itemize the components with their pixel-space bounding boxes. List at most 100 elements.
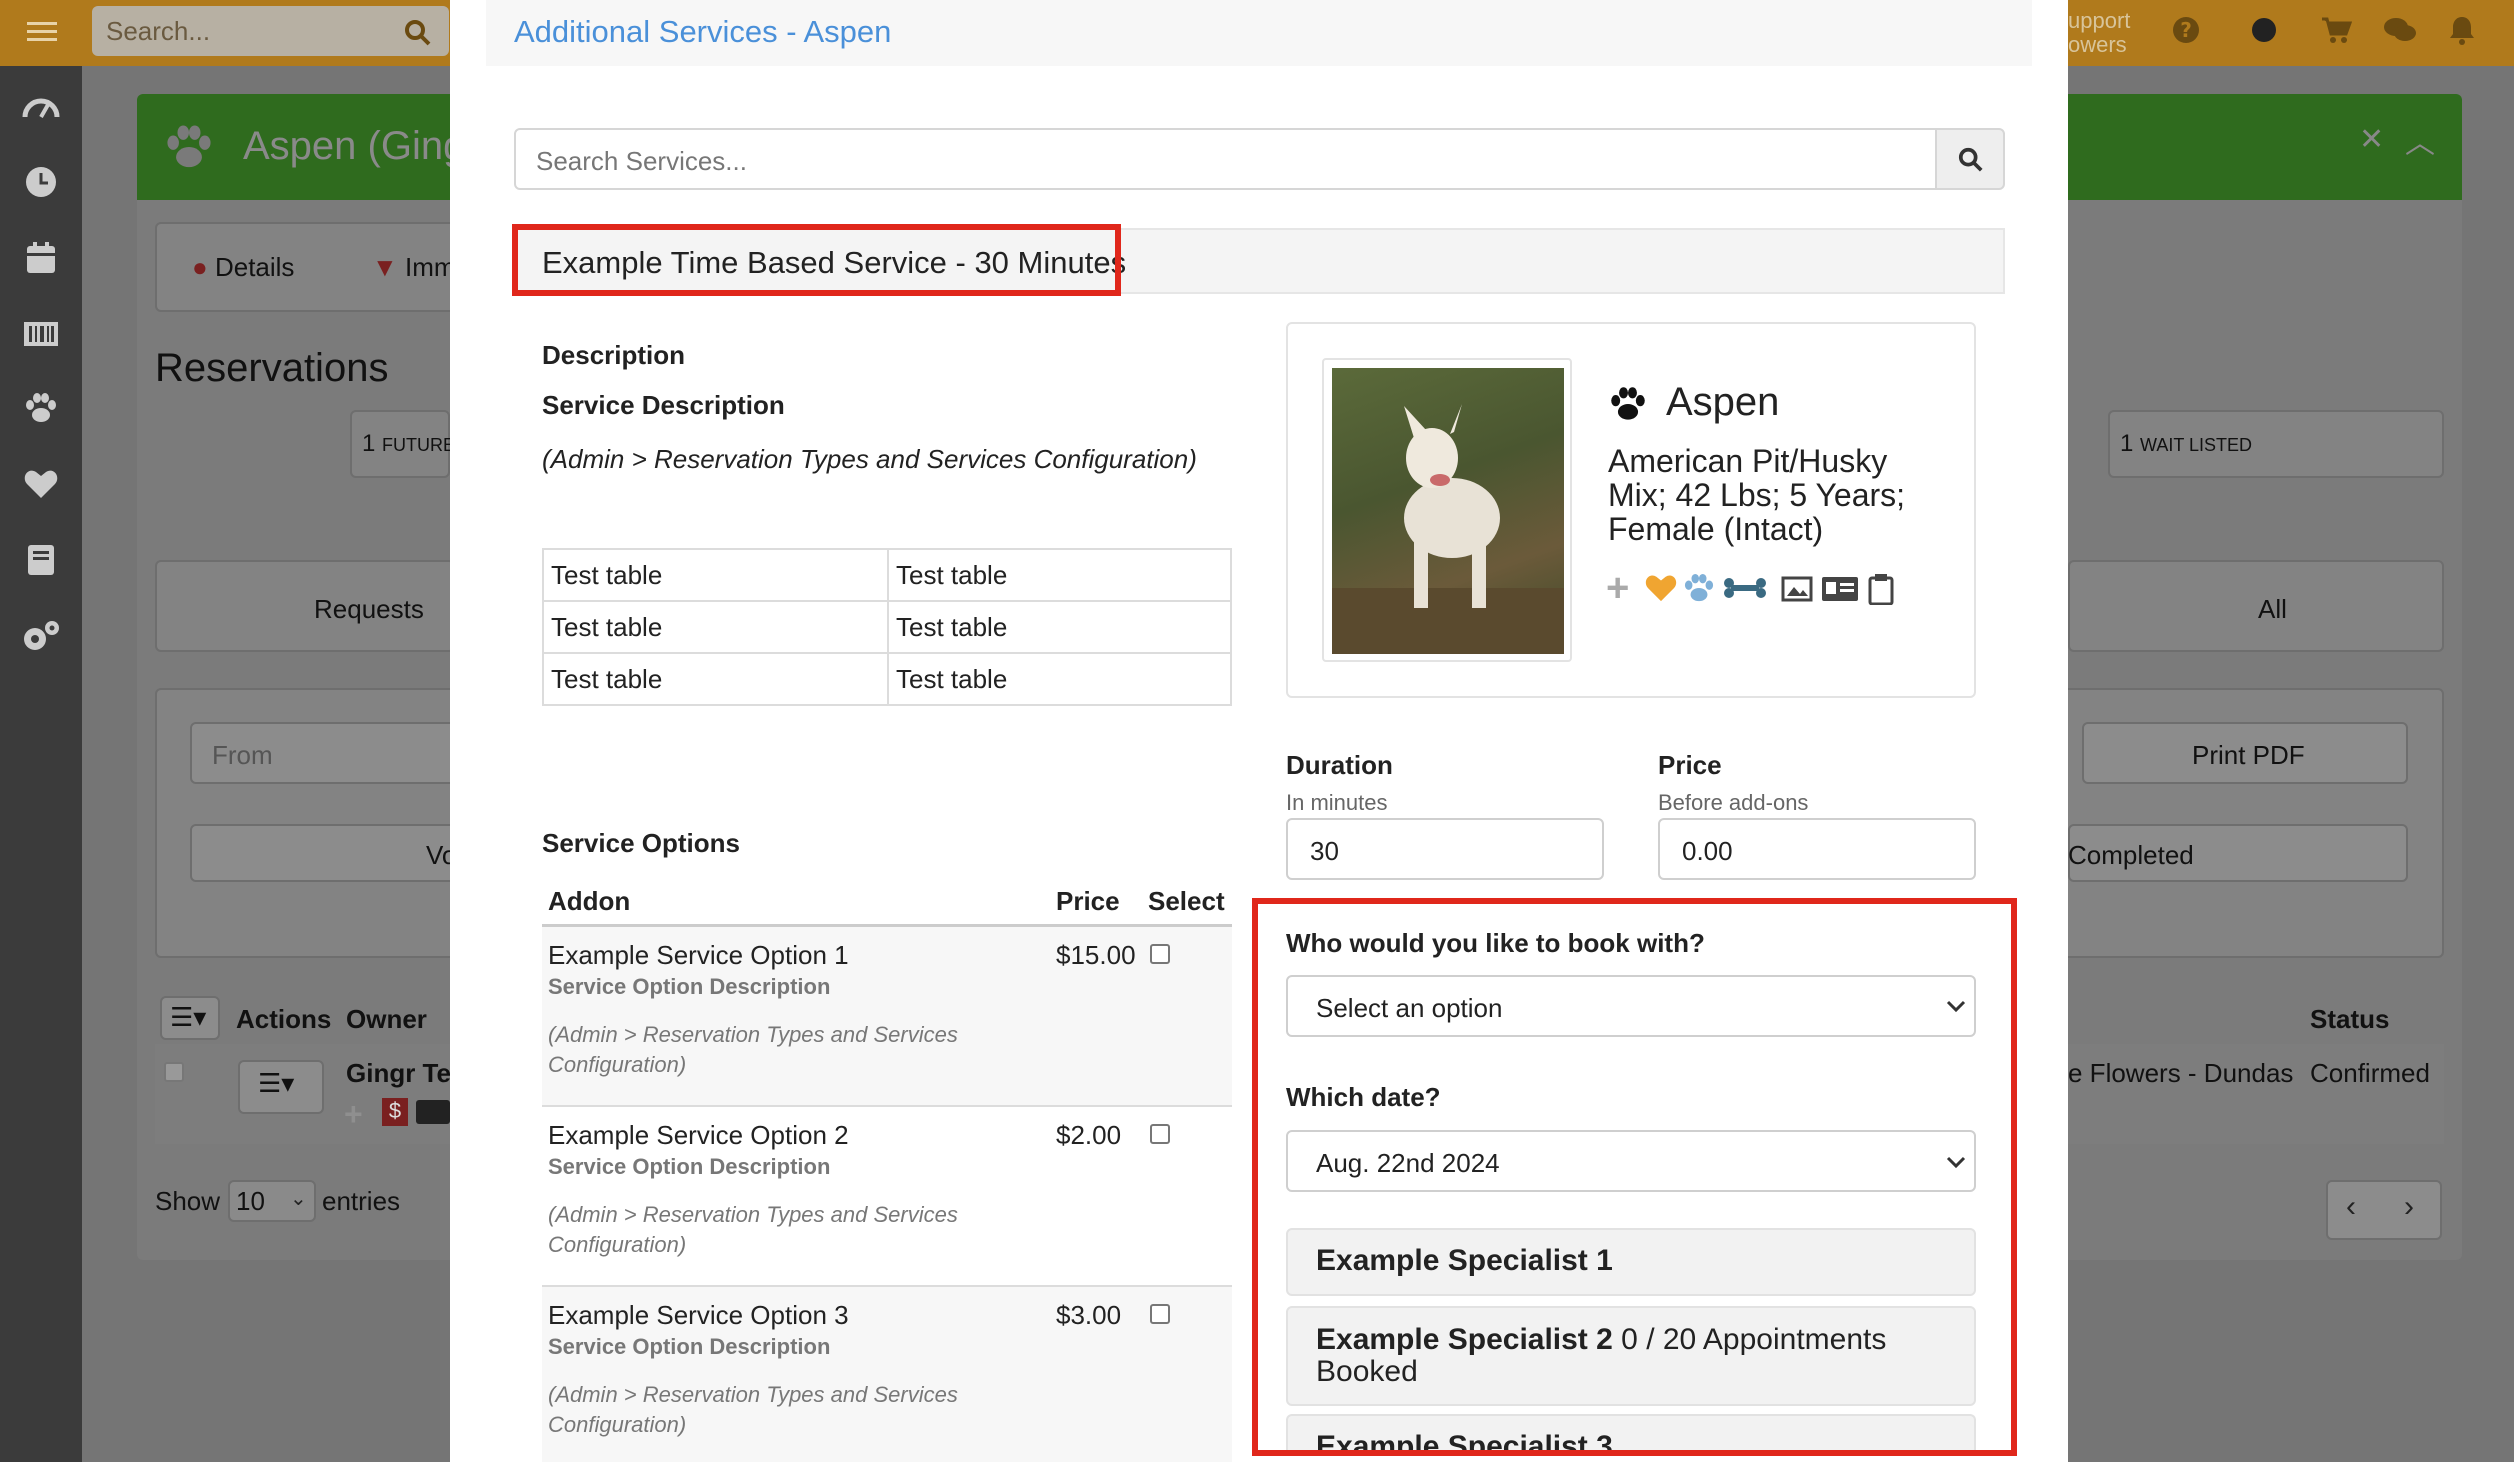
row-divider bbox=[542, 1105, 1232, 1107]
owner-header: Owner bbox=[346, 1004, 427, 1034]
duration-label: Duration bbox=[1286, 750, 1393, 780]
table-cell: Test table bbox=[542, 652, 889, 706]
dashboard-icon[interactable] bbox=[18, 86, 64, 126]
menu-icon[interactable] bbox=[18, 14, 66, 50]
service-option-name: Example Service Option 2 bbox=[548, 1120, 849, 1150]
close-icon[interactable]: ✕ bbox=[2359, 122, 2384, 157]
user-icon: ● bbox=[192, 252, 208, 282]
service-option-description: Service Option Description bbox=[548, 1334, 831, 1359]
clipboard-icon[interactable] bbox=[1866, 572, 1896, 606]
actions-header: Actions bbox=[236, 1004, 332, 1034]
chat-icon[interactable] bbox=[2380, 14, 2420, 46]
table-cell: Test table bbox=[542, 600, 889, 654]
settings-gears-icon[interactable] bbox=[18, 616, 64, 656]
clock-icon[interactable] bbox=[18, 162, 64, 202]
notification-bell-icon[interactable] bbox=[2444, 14, 2480, 46]
chevron-left-icon[interactable]: ‹ bbox=[2346, 1190, 2356, 1224]
service-description-heading: Service Description bbox=[542, 390, 785, 420]
row-status: Confirmed bbox=[2310, 1058, 2430, 1088]
status-dot-icon[interactable] bbox=[2248, 14, 2280, 46]
service-option-checkbox[interactable] bbox=[1150, 944, 1170, 964]
book-icon[interactable] bbox=[18, 540, 64, 580]
waitlisted-count: 1 WAIT LISTED bbox=[2120, 430, 2253, 457]
status-header: Status bbox=[2310, 1004, 2390, 1034]
service-title-highlight bbox=[512, 224, 1121, 296]
heart-icon[interactable] bbox=[18, 464, 64, 504]
service-option-note: (Admin > Reservation Types and Services … bbox=[548, 1022, 958, 1077]
chevron-right-icon[interactable]: › bbox=[2404, 1190, 2414, 1224]
heart-icon[interactable] bbox=[1644, 572, 1678, 604]
plus-icon[interactable]: + bbox=[1606, 568, 1629, 608]
table-row: Test table Test table bbox=[542, 600, 1232, 654]
table-row: Test table Test table bbox=[542, 652, 1232, 706]
price-input[interactable]: 0.00 bbox=[1658, 818, 1976, 880]
table-row: Test table Test table bbox=[542, 548, 1232, 602]
image-icon[interactable] bbox=[1780, 574, 1814, 604]
service-options-heading: Service Options bbox=[542, 828, 740, 858]
immunizations-tab[interactable]: ▼ Imm bbox=[372, 252, 456, 283]
global-search-input[interactable]: Search... bbox=[92, 6, 449, 56]
v-button[interactable] bbox=[190, 824, 458, 882]
paw-icon[interactable] bbox=[1682, 572, 1716, 604]
modal-title: Additional Services - Aspen bbox=[514, 14, 892, 49]
row-owner: Gingr Te bbox=[346, 1058, 451, 1088]
bone-icon[interactable] bbox=[1722, 574, 1768, 602]
all-tab-box[interactable] bbox=[2068, 560, 2444, 652]
service-option-description: Service Option Description bbox=[548, 974, 831, 999]
pet-header-title: Aspen (Ging bbox=[243, 124, 466, 168]
duration-input[interactable]: 30 bbox=[1286, 818, 1604, 880]
service-option-price: $3.00 bbox=[1056, 1300, 1122, 1330]
shield-icon: ▼ bbox=[372, 252, 398, 282]
service-option-checkbox[interactable] bbox=[1150, 1304, 1170, 1324]
search-icon bbox=[1955, 144, 1987, 176]
service-option-description: Service Option Description bbox=[548, 1154, 831, 1179]
barcode-icon[interactable] bbox=[18, 314, 64, 354]
svg-text:?: ? bbox=[2180, 18, 2192, 42]
service-option-note: (Admin > Reservation Types and Services … bbox=[548, 1382, 958, 1437]
row-checkbox[interactable] bbox=[164, 1062, 184, 1082]
requests-tab[interactable]: Requests bbox=[314, 594, 424, 625]
service-search-input[interactable]: Search Services... bbox=[514, 128, 1937, 190]
service-option-checkbox[interactable] bbox=[1150, 1124, 1170, 1144]
table-cell: Test table bbox=[887, 548, 1232, 602]
chevron-down-icon: ⌄ bbox=[290, 1188, 307, 1210]
test-table: Test table Test table Test table Test tabl… bbox=[542, 548, 1232, 706]
service-option-note: (Admin > Reservation Types and Services … bbox=[548, 1202, 958, 1257]
collapse-chevron-icon[interactable]: ︿ bbox=[2405, 118, 2435, 162]
pet-details: American Pit/Husky Mix; 42 Lbs; 5 Years;… bbox=[1608, 443, 1906, 547]
details-tab[interactable]: ● Details bbox=[192, 252, 294, 283]
show-label: Show bbox=[155, 1186, 221, 1216]
paw-icon[interactable] bbox=[18, 388, 64, 428]
id-card-icon[interactable] bbox=[1820, 574, 1860, 604]
completed-label: Completed bbox=[2068, 840, 2194, 870]
search-icon[interactable] bbox=[400, 16, 436, 50]
all-tab[interactable]: All bbox=[2258, 594, 2287, 625]
service-description-note: (Admin > Reservation Types and Services … bbox=[542, 444, 1197, 474]
list-menu-icon: ☰▾ bbox=[258, 1068, 295, 1098]
service-search-button[interactable] bbox=[1935, 128, 2005, 190]
help-icon[interactable]: ? bbox=[2170, 14, 2202, 46]
entries-label: entries bbox=[322, 1186, 401, 1216]
from-placeholder: From bbox=[212, 740, 273, 770]
service-option-price: $2.00 bbox=[1056, 1120, 1122, 1150]
support-link[interactable]: upport bbox=[2068, 8, 2130, 34]
description-heading: Description bbox=[542, 340, 686, 370]
followers-link[interactable]: owers bbox=[2068, 32, 2127, 58]
price-label: Price bbox=[1658, 750, 1722, 780]
table-cell: Test table bbox=[887, 600, 1232, 654]
paw-icon bbox=[161, 122, 217, 172]
duration-sub: In minutes bbox=[1286, 790, 1388, 815]
table-cell: Test table bbox=[542, 548, 889, 602]
prev-page-button[interactable] bbox=[2326, 1180, 2442, 1240]
list-menu-icon: ☰▾ bbox=[170, 1002, 207, 1032]
plus-icon: + bbox=[344, 1096, 363, 1132]
service-option-name: Example Service Option 1 bbox=[548, 940, 849, 970]
reservations-heading: Reservations bbox=[155, 346, 389, 390]
select-header: Select bbox=[1148, 886, 1225, 916]
pet-photo bbox=[1322, 358, 1572, 662]
cart-icon[interactable] bbox=[2316, 14, 2356, 46]
service-option-name: Example Service Option 3 bbox=[548, 1300, 849, 1330]
table-cell: Test table bbox=[887, 652, 1232, 706]
dollar-icon: $ bbox=[382, 1098, 408, 1126]
calendar-icon[interactable] bbox=[18, 238, 64, 278]
